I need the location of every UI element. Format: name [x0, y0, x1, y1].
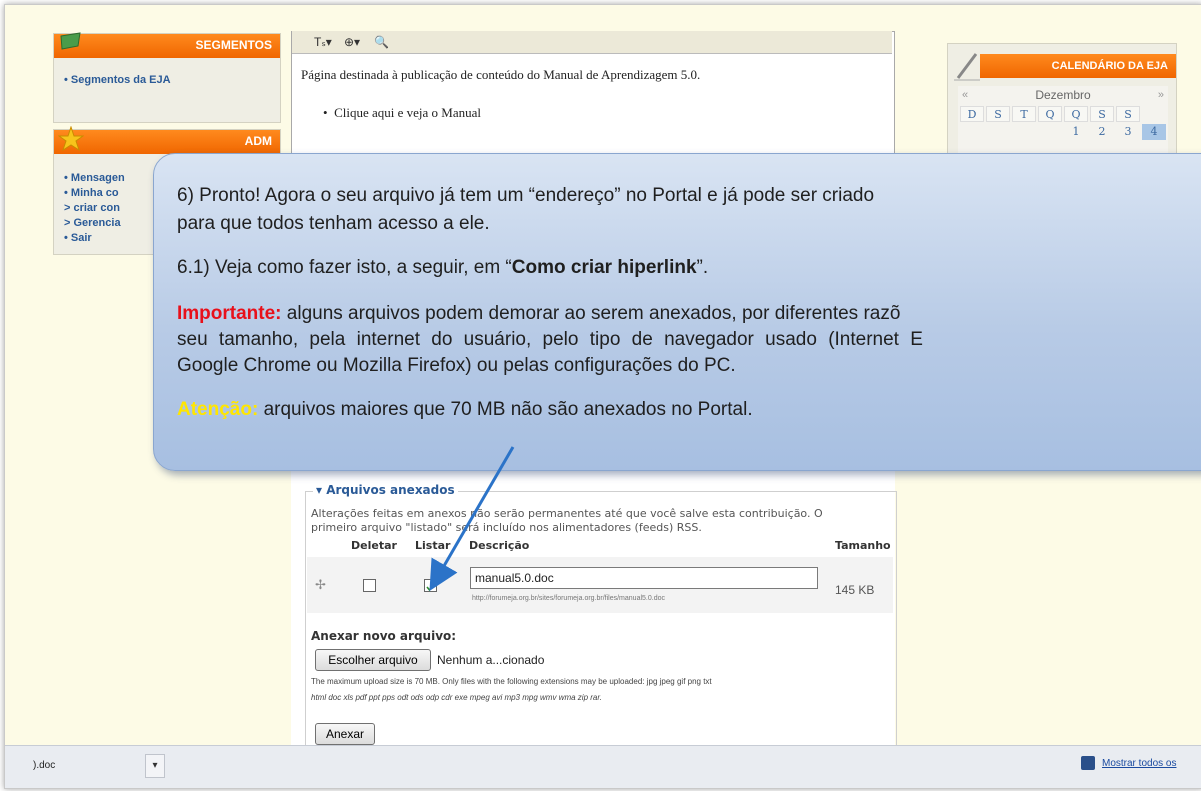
screenshot-frame: SEGMENTOS • Segmentos da EJA ADM • Mensa…	[4, 4, 1201, 789]
download-dropdown-icon[interactable]: ▾	[145, 754, 165, 778]
download-file[interactable]: ).doc	[33, 760, 55, 771]
download-bar: ).doc ▾ Mostrar todos os	[5, 745, 1201, 788]
download-icon	[1081, 756, 1095, 770]
show-all-downloads-link[interactable]: Mostrar todos os	[1102, 758, 1176, 769]
pointer-arrow	[429, 446, 515, 591]
